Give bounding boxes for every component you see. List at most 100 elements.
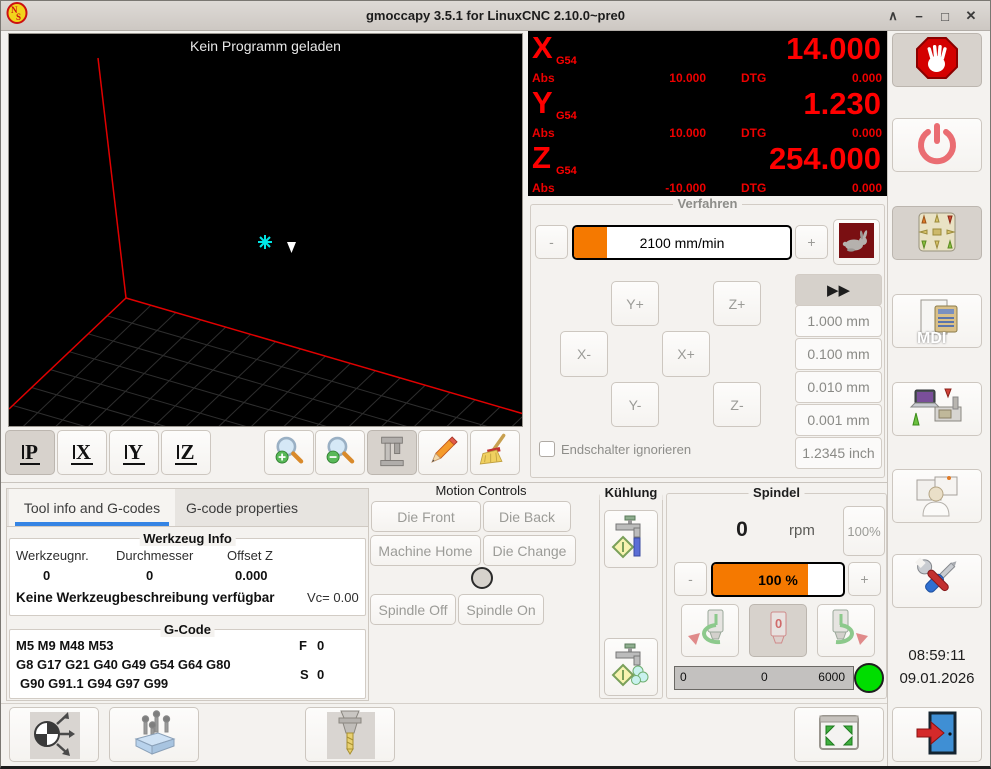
bar-max: 6000 — [818, 670, 845, 684]
manual-mode-button[interactable] — [892, 206, 982, 260]
ignore-limits-checkbox[interactable] — [539, 441, 555, 457]
auto-run-icon — [909, 385, 965, 434]
spindle-stop-button[interactable]: 0 — [749, 604, 807, 657]
jog-speed-plus-button[interactable]: + — [795, 225, 828, 259]
info-notebook: Tool info and G-codes G-code properties … — [6, 488, 369, 701]
tool-offsetz-value: 0.000 — [235, 568, 268, 583]
increment-rapid-button[interactable]: ▶▶ — [795, 274, 882, 306]
spindle-stop-icon: 0 — [754, 606, 802, 655]
touch-plate-button[interactable] — [109, 707, 199, 762]
spindle-frame-title: Spindel — [748, 485, 805, 500]
dro-abs-value: 10.000 — [669, 126, 706, 140]
jog-y-minus-button[interactable]: Y- — [611, 382, 659, 427]
spindle-override-plus-button[interactable]: + — [848, 562, 881, 596]
view-p-label: P — [20, 441, 40, 465]
user-tabs-button[interactable] — [892, 469, 982, 523]
tab-tool-info[interactable]: Tool info and G-codes — [9, 489, 175, 526]
mdi-icon: MDI — [911, 297, 963, 347]
tool-holder-icon — [328, 709, 372, 760]
spindle-ccw-button[interactable] — [681, 604, 739, 657]
tool-cone-marker-icon — [287, 242, 296, 253]
view-y-button[interactable]: Y — [109, 430, 159, 475]
show-dimensions-button[interactable] — [367, 430, 417, 475]
spindle-speed-bar: 0 0 6000 — [674, 666, 854, 690]
axis-line-vertical — [97, 57, 127, 299]
spindle-override-slider[interactable]: 100 % — [711, 562, 845, 597]
minimize-button[interactable]: − — [908, 5, 930, 27]
machine-on-button[interactable] — [892, 118, 982, 172]
increment-button[interactable]: 0.100 mm — [795, 338, 882, 370]
tools-icon — [911, 556, 963, 607]
die-front-button[interactable]: Die Front — [371, 501, 481, 532]
view-perspective-button[interactable]: P — [5, 430, 55, 475]
spindle-at-speed-lamp — [854, 663, 884, 693]
mdi-mode-button[interactable]: MDI — [892, 294, 982, 348]
spindle-cw-button[interactable] — [817, 604, 875, 657]
clear-preview-button[interactable] — [470, 430, 520, 475]
coolant-flood-button[interactable] — [604, 510, 658, 568]
settings-button[interactable] — [892, 554, 982, 608]
jog-speed-slider[interactable]: 2100 mm/min — [572, 225, 792, 260]
touch-off-icon — [29, 710, 79, 760]
dro-abs-label: Abs — [532, 71, 555, 85]
jog-x-plus-button[interactable]: X+ — [662, 331, 710, 377]
spindle-override-minus-button[interactable]: - — [674, 562, 707, 596]
jog-z-minus-button[interactable]: Z- — [713, 382, 761, 427]
jog-y-plus-button[interactable]: Y+ — [611, 281, 659, 326]
tool-number-value: 0 — [43, 568, 51, 583]
fullscreen-button[interactable] — [794, 707, 884, 762]
mist-coolant-icon — [611, 642, 651, 693]
spindle-frame: Spindel 0 rpm 100% - 100 % + 0 0 0 6000 — [666, 485, 887, 699]
power-icon — [914, 121, 960, 170]
spindle-on-button[interactable]: Spindle On — [458, 594, 544, 625]
app-logo-icon: N S — [6, 2, 28, 29]
spindle-ccw-icon — [686, 606, 734, 655]
jog-z-plus-button[interactable]: Z+ — [713, 281, 761, 326]
increment-button[interactable]: 1.000 mm — [795, 305, 882, 337]
close-button[interactable]: ✕ — [960, 5, 982, 27]
die-back-button[interactable]: Die Back — [483, 501, 571, 532]
exit-button[interactable] — [892, 707, 982, 762]
shade-button[interactable]: ∧ — [882, 5, 904, 27]
spindle-cw-icon — [822, 606, 870, 655]
estop-button[interactable] — [892, 33, 982, 87]
view-x-button[interactable]: X — [57, 430, 107, 475]
view-z-button[interactable]: Z — [161, 430, 211, 475]
edit-gcode-button[interactable] — [418, 430, 468, 475]
turtle-rabbit-toggle-button[interactable] — [833, 219, 880, 265]
increment-button[interactable]: 0.001 mm — [795, 404, 882, 436]
clock-time: 08:59:11 — [908, 647, 966, 664]
increment-button[interactable]: 1.2345 inch — [795, 437, 882, 469]
exit-door-icon — [913, 710, 961, 759]
pencil-icon — [423, 432, 463, 473]
auto-mode-button[interactable] — [892, 382, 982, 436]
spindle-override-reset-button[interactable]: 100% — [843, 506, 885, 556]
clock-date: 09.01.2026 — [899, 670, 975, 687]
jog-x-minus-button[interactable]: X- — [560, 331, 608, 377]
zoom-out-button[interactable] — [315, 430, 365, 475]
svg-text:S: S — [16, 12, 21, 22]
bar-value: 0 — [761, 670, 768, 684]
dro-panel[interactable]: X G54 14.000 Abs 10.000 DTG 0.000 Y G54 … — [528, 31, 887, 196]
spindle-override-value: 100 % — [758, 571, 798, 588]
tool-description: Keine Werkzeugbeschreibung verfügbar — [16, 590, 275, 605]
zoom-in-button[interactable] — [264, 430, 314, 475]
coolant-mist-button[interactable] — [604, 638, 658, 696]
preview-message: Kein Programm geladen — [190, 38, 341, 54]
gcode-frame: G-Code M5 M9 M48 M53 G8 G17 G21 G40 G49 … — [9, 622, 366, 699]
machine-home-button[interactable]: Machine Home — [370, 535, 481, 566]
spindle-off-button[interactable]: Spindle Off — [370, 594, 456, 625]
dro-axis-value: 1.230 — [803, 86, 881, 121]
tool-change-button[interactable] — [305, 707, 395, 762]
zero-offsets-button[interactable] — [9, 707, 99, 762]
gremlin-preview[interactable]: Kein Programm geladen — [8, 33, 523, 427]
die-change-button[interactable]: Die Change — [483, 535, 576, 566]
maximize-button[interactable]: □ — [934, 5, 956, 27]
coolant-frame: Kühlung — [599, 485, 663, 699]
jog-speed-minus-button[interactable]: - — [535, 225, 568, 259]
increment-button[interactable]: 0.010 mm — [795, 371, 882, 403]
speed-label: S — [300, 667, 309, 682]
spindle-rpm-label: rpm — [789, 522, 815, 539]
dro-axis-system: G54 — [556, 110, 577, 122]
tab-gcode-properties[interactable]: G-code properties — [177, 489, 307, 526]
